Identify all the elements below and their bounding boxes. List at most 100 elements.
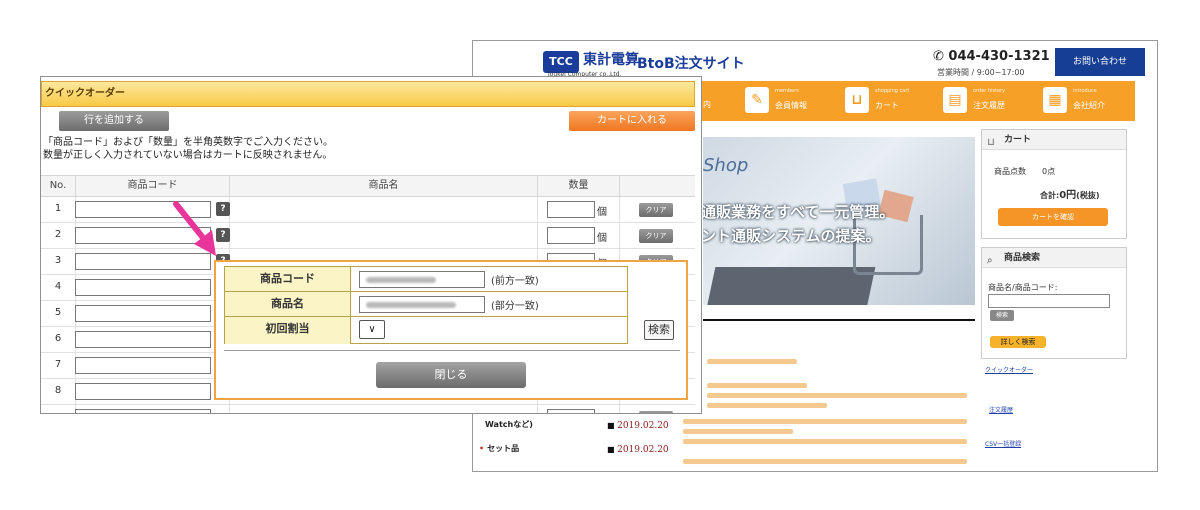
cart-total-value: 0円 xyxy=(1059,190,1077,201)
quick-order-link[interactable]: クイックオーダー xyxy=(985,365,1033,374)
cart-confirm-button[interactable]: カートを確認 xyxy=(998,208,1108,226)
popup-product-name-input[interactable] xyxy=(359,296,485,313)
cart-count-value: 0点 xyxy=(1042,167,1056,176)
news-link[interactable] xyxy=(683,459,967,464)
nav-item-label: 注文履歴 xyxy=(973,101,1005,110)
product-code-input[interactable] xyxy=(75,409,211,413)
nav-item-partial-label[interactable]: 内 xyxy=(703,99,711,110)
nav-item-en-label: introduce xyxy=(1073,88,1097,94)
popup-divider xyxy=(224,350,680,351)
company-logo-mark[interactable]: TCC xyxy=(543,51,579,73)
news-date: 2019.02.20 xyxy=(607,421,669,431)
add-to-cart-button[interactable]: カートに入れる xyxy=(569,111,695,131)
cart-count-label: 商品点数 xyxy=(994,167,1026,176)
product-search-field-label: 商品名/商品コード: xyxy=(988,283,1058,292)
business-hours: 営業時間 / 9:00~17:00 xyxy=(937,68,1025,77)
product-code-input[interactable] xyxy=(75,331,211,348)
contact-button[interactable]: お問い合わせ xyxy=(1055,48,1145,76)
news-link[interactable] xyxy=(683,429,793,434)
news-date: 2019.02.20 xyxy=(607,445,669,455)
row-number: 8 xyxy=(54,385,62,396)
cart-total: 合計:0円(税抜) xyxy=(1040,186,1099,201)
quantity-unit: 個 xyxy=(597,233,607,244)
column-header-actions xyxy=(619,175,695,197)
row-number: 3 xyxy=(54,255,62,266)
detail-search-button[interactable]: 詳しく検索 xyxy=(990,336,1046,348)
product-code-input[interactable] xyxy=(75,305,211,322)
category-set[interactable]: セット品 xyxy=(479,443,519,454)
news-link[interactable] xyxy=(707,359,797,364)
product-search-button[interactable]: 検索 xyxy=(990,310,1014,321)
row-number: 1 xyxy=(54,203,62,214)
pointer-arrow-icon xyxy=(173,201,216,256)
add-row-button[interactable]: 行を追加する xyxy=(59,111,169,131)
nav-item-en-label: members xyxy=(775,88,799,94)
clear-row-button[interactable]: クリア xyxy=(639,203,673,217)
csv-upload-link[interactable]: CSV一括登録 xyxy=(985,439,1021,448)
row-number: 7 xyxy=(54,359,62,370)
cart-total-label: 合計: xyxy=(1040,191,1060,200)
blurred-value xyxy=(366,302,456,308)
search-field-row: 初回割当 ∨ xyxy=(225,317,627,344)
product-code-input[interactable] xyxy=(75,383,211,400)
news-link[interactable] xyxy=(683,439,967,444)
phone-text: 044-430-1321 xyxy=(948,49,1050,64)
search-form-table: 商品コード (前方一致) 商品名 (部分一致) 初回割当 ∨ xyxy=(224,266,628,344)
company-logo-text[interactable]: 東計電算 xyxy=(583,49,639,69)
nav-item-label: 会社紹介 xyxy=(1073,101,1105,110)
partial-match-hint: (部分一致) xyxy=(491,301,539,312)
nav-item-label: カート xyxy=(875,101,899,110)
row-number: 5 xyxy=(54,307,62,318)
nav-item-cart[interactable]: ⊔ shopping cart カート xyxy=(845,87,925,115)
product-search-panel: ⌕ 商品検索 商品名/商品コード: 検索 詳しく検索 xyxy=(981,247,1127,359)
order-row xyxy=(41,405,695,413)
close-button[interactable]: 閉じる xyxy=(376,362,526,388)
phone-icon: ✆ xyxy=(933,49,949,64)
site-title: BtoB注文サイト xyxy=(637,56,745,72)
prefix-match-hint: (前方一致) xyxy=(491,276,539,287)
laptop-image xyxy=(703,267,876,305)
category-watch[interactable]: Watchなど) xyxy=(485,419,533,430)
clear-row-button[interactable]: クリア xyxy=(639,229,673,243)
nav-item-members[interactable]: ✎ members 会員情報 xyxy=(745,87,825,115)
search-field-row: 商品名 (部分一致) xyxy=(225,292,627,317)
cart-panel: ⊔ カート 商品点数 0点 合計:0円(税抜) カートを確認 xyxy=(981,129,1127,239)
nav-item-order-history[interactable]: ▤ order history 注文履歴 xyxy=(943,87,1023,115)
nav-item-introduce[interactable]: ▦ introduce 会社紹介 xyxy=(1043,87,1123,115)
clear-row-button[interactable] xyxy=(639,411,673,413)
news-link[interactable] xyxy=(707,393,967,398)
pencil-icon: ✎ xyxy=(745,87,769,113)
hero-banner[interactable]: Shop 通販業務をすべて一元管理。 ント通販システムの提案。 xyxy=(703,137,975,305)
search-icon: ⌕ xyxy=(987,255,993,266)
nav-item-en-label: order history xyxy=(973,88,1006,94)
row-number: 6 xyxy=(54,333,62,344)
product-code-input[interactable] xyxy=(75,279,211,296)
quantity-input[interactable] xyxy=(547,227,595,244)
book-icon: ▤ xyxy=(943,87,967,113)
phone-number: ✆ 044-430-1321 xyxy=(933,49,1050,64)
document-icon: ▦ xyxy=(1043,87,1067,113)
product-search-input[interactable] xyxy=(988,294,1110,308)
popup-search-button[interactable]: 検索 xyxy=(644,320,674,340)
news-link[interactable] xyxy=(707,403,827,408)
cart-tax-label: (税抜) xyxy=(1076,191,1100,200)
instruction-text-2: 数量が正しく入力されていない場合はカートに反映されません。 xyxy=(43,150,333,161)
product-code-input[interactable] xyxy=(75,357,211,374)
popup-product-code-input[interactable] xyxy=(359,271,485,288)
news-link[interactable] xyxy=(683,419,967,424)
quick-order-title: クイックオーダー xyxy=(41,81,695,107)
news-link[interactable] xyxy=(707,383,807,388)
cart-panel-header: ⊔ カート xyxy=(982,130,1126,150)
cart-panel-title: カート xyxy=(1004,135,1032,145)
hero-headline-1: 通販業務をすべて一元管理。 xyxy=(703,203,895,221)
column-header-product-name: 商品名 xyxy=(229,175,537,197)
initial-allocation-select[interactable]: ∨ xyxy=(359,320,385,339)
order-history-link[interactable]: 注文履歴 xyxy=(989,405,1013,414)
quantity-input[interactable] xyxy=(547,201,595,218)
chevron-down-icon: ∨ xyxy=(368,324,376,335)
row-number: 4 xyxy=(54,281,62,292)
quantity-input[interactable] xyxy=(547,409,595,413)
search-field-row: 商品コード (前方一致) xyxy=(225,267,627,292)
product-code-label: 商品コード xyxy=(225,267,351,291)
hero-headline-2: ント通販システムの提案。 xyxy=(703,227,881,245)
